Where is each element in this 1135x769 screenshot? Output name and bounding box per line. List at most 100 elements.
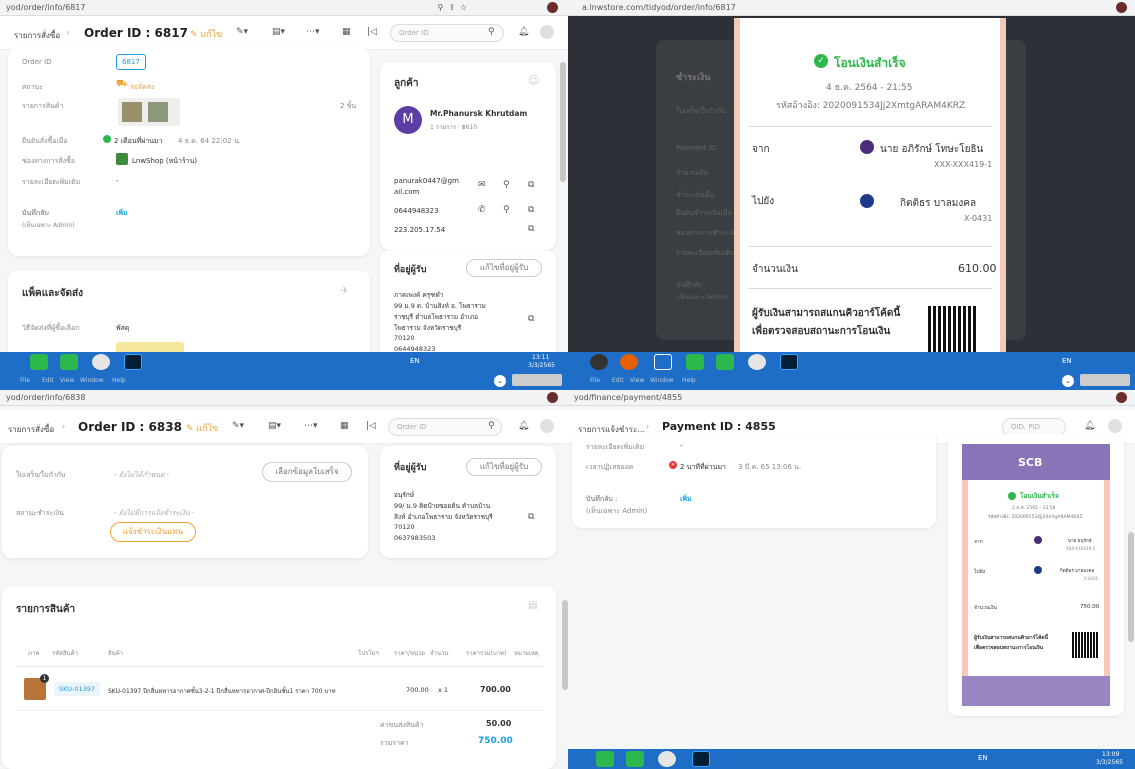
menu-item[interactable]: Help	[112, 377, 126, 384]
search-input[interactable]: Order ID	[388, 418, 502, 436]
product-thumb-1[interactable]	[122, 102, 142, 122]
search-input[interactable]: Order ID	[390, 24, 504, 42]
menu-item[interactable]: View	[60, 377, 74, 384]
line-app-icon[interactable]	[716, 354, 734, 370]
photoshop-icon[interactable]	[124, 354, 142, 370]
star-icon[interactable]: ☆	[459, 3, 468, 12]
clipboard-icon[interactable]: ▤▾	[272, 27, 285, 37]
to-label: ไปยัง	[974, 569, 986, 575]
clipboard-icon[interactable]: ▤▾	[268, 421, 281, 431]
line-app-icon[interactable]	[60, 354, 78, 370]
address-line: ราชบุรี ตำบลโพธาราม อำเภอ	[394, 313, 479, 321]
mail-icon[interactable]: ✉	[478, 180, 486, 190]
language-indicator[interactable]: EN	[1062, 357, 1072, 365]
menu-item[interactable]: Window	[80, 377, 104, 384]
menu-item[interactable]: Window	[650, 377, 674, 384]
profile-icon[interactable]	[547, 392, 558, 403]
address-bar[interactable]: yod/order/info/6817 ⚲ ⇪ ☆	[0, 0, 568, 16]
share-icon[interactable]: ⇪	[447, 3, 456, 12]
extra-label: รายละเอียดเพิ่มเติม	[586, 443, 645, 451]
qr-icon[interactable]: ▦	[342, 27, 351, 37]
edit-button[interactable]: ✎ แก้ไข	[186, 421, 218, 435]
window-controls[interactable]	[512, 374, 562, 386]
search-icon[interactable]: ⚲	[488, 421, 495, 431]
copy-icon[interactable]: ⧉	[528, 205, 534, 215]
search-icon[interactable]: ⚲	[488, 27, 495, 37]
copy-icon[interactable]: ⧉	[528, 314, 534, 324]
menu-item[interactable]: File	[20, 377, 30, 384]
share-nodes-icon[interactable]: ⋯▾	[304, 421, 318, 431]
bell-icon[interactable]: 🔔︎	[518, 27, 529, 37]
profile-icon[interactable]	[1116, 392, 1127, 403]
share-nodes-icon[interactable]: ⋯▾	[306, 27, 320, 37]
receipt-value: - ยังไม่ได้กำหนด -	[114, 471, 170, 479]
language-indicator[interactable]: EN	[410, 357, 420, 365]
user-avatar[interactable]	[540, 419, 554, 433]
user-avatar[interactable]	[1108, 419, 1122, 433]
photoshop-icon[interactable]	[780, 354, 798, 370]
copy-icon[interactable]: ⧉	[528, 512, 534, 522]
menu-item[interactable]: Help	[682, 377, 696, 384]
transfer-slip[interactable]: SCB โอนเงินสำเร็จ 2 ม.ค. 2565 - 13:58 รห…	[962, 444, 1110, 706]
app-icon[interactable]	[590, 354, 608, 370]
search-icon[interactable]: ⚲	[503, 205, 510, 215]
select-receipt-button[interactable]: เลือกข้อมูลใบเสร็จ	[262, 462, 352, 482]
extra-label: รายละเอียดเพิ่มเติม	[22, 178, 81, 186]
note-add-link[interactable]: เพิ่ม	[116, 208, 128, 219]
note-add-link[interactable]: เพิ่ม	[680, 494, 692, 505]
product-thumb-2[interactable]	[148, 102, 168, 122]
qr-icon[interactable]: ▦	[340, 421, 349, 431]
notify-payment-button[interactable]: แจ้งชำระเงินแทน	[110, 522, 196, 542]
address-bar[interactable]: yod/finance/payment/4855	[568, 390, 1135, 406]
scrollbar[interactable]	[1128, 532, 1134, 642]
bell-icon[interactable]: 🔔︎	[518, 421, 529, 431]
collapse-icon[interactable]: |◁	[366, 421, 376, 431]
sku-tag[interactable]: SKU-01397	[54, 682, 100, 696]
menu-item[interactable]: View	[630, 377, 644, 384]
product-name[interactable]: SKU-01397 ปีกลื่นหหารอากาศชั้น3-2-1 ปีกล…	[108, 686, 336, 696]
zoom-icon[interactable]: ⚲	[436, 3, 445, 12]
edit-address-button[interactable]: แก้ไขที่อยู่ผู้รับ	[466, 458, 542, 476]
profile-icon[interactable]	[1116, 2, 1127, 13]
menu-item[interactable]: File	[590, 377, 600, 384]
chrome-icon[interactable]	[658, 751, 676, 767]
menu-item[interactable]: Edit	[42, 377, 54, 384]
user-avatar[interactable]	[540, 25, 554, 39]
edit-button[interactable]: ✎ แก้ไข	[190, 27, 222, 41]
copy-icon[interactable]: ⧉	[528, 224, 534, 234]
edit-address-button[interactable]: แก้ไขที่อยู่ผู้รับ	[466, 259, 542, 277]
divider	[16, 710, 544, 711]
breadcrumb[interactable]: รายการสั่งซื้อ	[14, 29, 60, 42]
sum-label: รวมราคา	[380, 739, 409, 747]
menu-item[interactable]: Edit	[612, 377, 624, 384]
compose-icon[interactable]: ✎▾	[232, 421, 244, 431]
window-controls[interactable]	[1080, 374, 1130, 386]
qr-caption-line1: ผู้รับเงินสามารถสแกนคิวอาร์โค้ดนี้	[752, 308, 901, 319]
bell-icon[interactable]: 🔔︎	[1084, 421, 1095, 431]
line-app-icon[interactable]	[686, 354, 704, 370]
line-app-icon[interactable]	[626, 751, 644, 767]
search-icon[interactable]: ⚲	[503, 180, 510, 190]
firefox-icon[interactable]	[620, 354, 638, 370]
line-app-icon[interactable]	[30, 354, 48, 370]
language-indicator[interactable]: EN	[978, 754, 988, 762]
line-app-icon[interactable]	[596, 751, 614, 767]
photoshop-icon[interactable]	[692, 751, 710, 767]
window-icon[interactable]	[654, 354, 672, 370]
address-bar[interactable]: yod/order/info/6838	[0, 390, 568, 406]
phone-icon[interactable]: ✆	[478, 205, 486, 215]
breadcrumb[interactable]: รายการสั่งซื้อ	[8, 423, 54, 436]
compose-icon[interactable]: ✎▾	[236, 27, 248, 37]
profile-icon[interactable]	[547, 2, 558, 13]
address-bar[interactable]: a.lnwstore.com/tidyod/order/info/6817	[568, 0, 1135, 16]
copy-icon[interactable]: ⧉	[528, 180, 534, 190]
chevron-down-icon[interactable]: ⌄	[1062, 375, 1074, 387]
dim-label: Payment ID	[676, 144, 717, 152]
chrome-icon[interactable]	[92, 354, 110, 370]
customer-name[interactable]: Mr.Phanursk Khrutdam	[430, 109, 527, 118]
collapse-icon[interactable]: |◁	[367, 27, 377, 37]
chrome-icon[interactable]	[748, 354, 766, 370]
product-thumbs[interactable]	[118, 98, 180, 126]
chevron-down-icon[interactable]: ⌄	[494, 375, 506, 387]
scrollbar[interactable]	[560, 62, 566, 182]
